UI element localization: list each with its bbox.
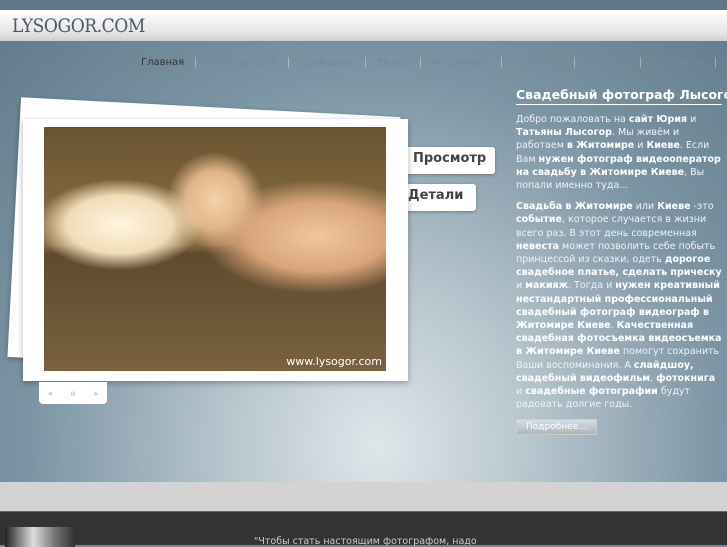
text: и	[516, 280, 526, 292]
text: или	[632, 201, 658, 213]
link-text[interactable]: событие	[516, 214, 562, 225]
link-text[interactable]: макияж	[525, 280, 568, 291]
nav-useful[interactable]: Полезное	[502, 57, 575, 68]
nav-news[interactable]: Новости	[575, 57, 642, 68]
link-text[interactable]: сайт Юрия	[629, 114, 687, 125]
intro-sidebar: Свадебный фотограф Лысогор Добро пожалов…	[516, 87, 727, 436]
text: -это	[690, 201, 714, 213]
top-strip	[0, 0, 727, 10]
link-text[interactable]: фотокнига	[656, 373, 715, 384]
nav-home[interactable]: Главная	[130, 57, 197, 68]
text: и	[687, 114, 697, 125]
footer: "Чтобы стать настоящим фотографом, надо	[0, 511, 727, 547]
gray-band	[0, 482, 727, 511]
nav-galleries[interactable]: Фотогалереи	[196, 57, 289, 68]
nav-slideshow[interactable]: Слайдшоу	[289, 57, 366, 68]
nav-video[interactable]: Видео	[366, 57, 422, 68]
prev-icon[interactable]: «	[48, 389, 53, 398]
slider-controls: « ıı »	[39, 382, 107, 404]
intro-paragraph-2: Свадьба в Житомире или Киеве -это событи…	[516, 200, 722, 411]
link-text[interactable]: Свадьба в Житомире	[516, 201, 633, 212]
text: Добро пожаловать на	[516, 114, 629, 125]
link-text[interactable]: невеста	[516, 241, 559, 252]
site-logo[interactable]: LYSOGOR.COM	[12, 15, 145, 37]
text: . Тогда и	[568, 280, 616, 292]
text: и	[516, 386, 526, 398]
slide-photo[interactable]: www.lysogor.com	[44, 127, 386, 371]
link-text[interactable]: Татьяны Лысогор	[516, 127, 612, 138]
link-text[interactable]: в Житомире	[567, 140, 634, 151]
intro-paragraph-1: Добро пожаловать на сайт Юрия и Татьяны …	[516, 113, 722, 192]
main-nav: Главная Фотогалереи Слайдшоу Видео Фоток…	[130, 57, 727, 68]
more-button[interactable]: Подробнее...	[516, 419, 597, 436]
main-area: Главная Фотогалереи Слайдшоу Видео Фоток…	[0, 41, 727, 482]
pause-icon[interactable]: ıı	[71, 389, 75, 398]
nav-contacts[interactable]: Контакты	[641, 57, 716, 68]
link-text[interactable]: свадебные фотографии	[525, 386, 658, 397]
footer-camera-image	[5, 527, 75, 547]
header: LYSOGOR.COM	[0, 10, 727, 41]
text: и	[634, 140, 647, 152]
link-text[interactable]: Киеве	[657, 201, 690, 212]
link-text[interactable]: Киеве	[646, 140, 679, 151]
nav-more[interactable]: Гос	[716, 57, 727, 68]
nav-photobook[interactable]: Фотокнига	[421, 57, 502, 68]
photo-watermark: www.lysogor.com	[286, 355, 382, 368]
details-button[interactable]: Детали	[400, 184, 476, 211]
next-icon[interactable]: »	[93, 389, 98, 398]
footer-quote: "Чтобы стать настоящим фотографом, надо	[254, 536, 477, 547]
intro-title: Свадебный фотограф Лысогор	[516, 87, 727, 105]
view-button[interactable]: Просмотр	[405, 147, 495, 174]
